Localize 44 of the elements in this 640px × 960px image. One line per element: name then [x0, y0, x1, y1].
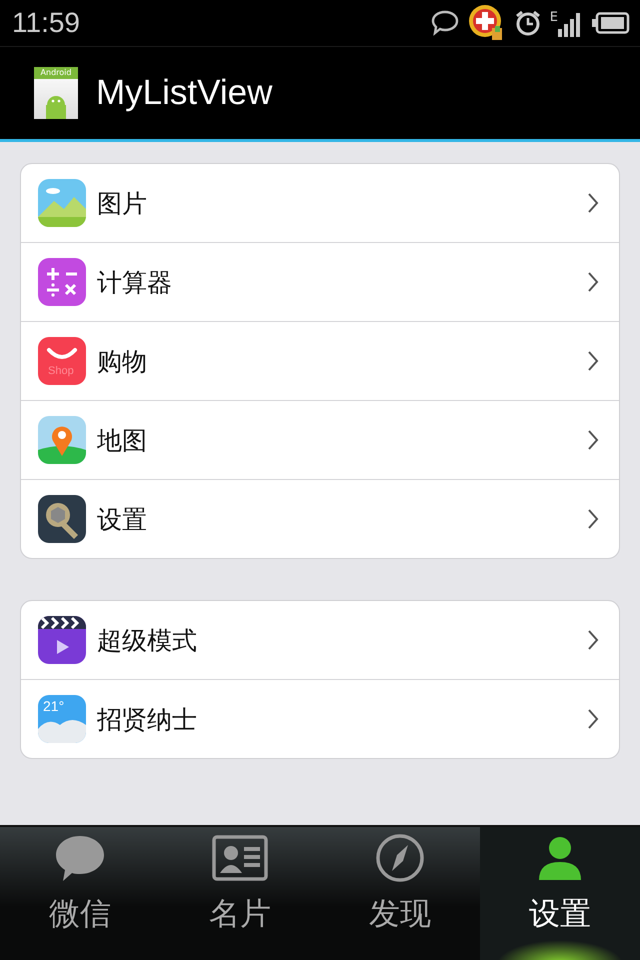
map-pin-icon [38, 416, 86, 464]
chevron-right-icon [587, 508, 599, 530]
list-item[interactable]: Shop 购物 [21, 321, 619, 400]
item-label: 招贤纳士 [97, 704, 198, 736]
wrench-icon [38, 495, 86, 543]
item-label: 设置 [97, 504, 148, 536]
weather-cloud-icon [38, 695, 86, 743]
app-icon: Android [34, 67, 78, 119]
item-label: 图片 [97, 188, 148, 220]
tab[interactable]: 设置 [480, 827, 640, 960]
list-item[interactable]: 设置 [21, 479, 619, 558]
chevron-right-icon [587, 708, 599, 730]
picture-gallery-icon [38, 179, 86, 227]
compass-icon [375, 833, 425, 883]
list-item[interactable]: 地图 [21, 400, 619, 479]
item-label: 超级模式 [97, 624, 198, 656]
chat-bubble-icon [53, 833, 107, 883]
video-clapper-icon [38, 616, 86, 664]
chevron-right-icon [587, 271, 599, 293]
tab[interactable]: 发现 [320, 827, 480, 960]
calculator-icon [38, 258, 86, 306]
tab[interactable]: 微信 [0, 827, 160, 960]
contact-card-icon [212, 833, 268, 883]
item-label: 计算器 [97, 266, 173, 298]
list-item[interactable]: 图片 [21, 164, 619, 242]
icon-caption: 21° [43, 698, 64, 714]
chat-bubble-icon [430, 9, 460, 37]
list-item[interactable]: 21° 招贤纳士 [21, 679, 619, 758]
app-title: MyListView [96, 73, 272, 113]
chevron-right-icon [587, 629, 599, 651]
battery-icon [592, 12, 630, 34]
list-item[interactable]: 计算器 [21, 242, 619, 321]
list-item[interactable]: 超级模式 [21, 601, 619, 679]
item-label: 地图 [97, 424, 148, 456]
status-time: 11:59 [12, 7, 80, 39]
icon-caption: Shop [48, 365, 74, 377]
chevron-right-icon [587, 429, 599, 451]
shopping-icon [38, 337, 86, 385]
alarm-clock-icon [514, 9, 542, 37]
chevron-right-icon [587, 350, 599, 372]
chevron-right-icon [587, 192, 599, 214]
network-type-label: E [550, 10, 558, 25]
tab[interactable]: 名片 [160, 827, 320, 960]
item-label: 购物 [97, 346, 148, 378]
